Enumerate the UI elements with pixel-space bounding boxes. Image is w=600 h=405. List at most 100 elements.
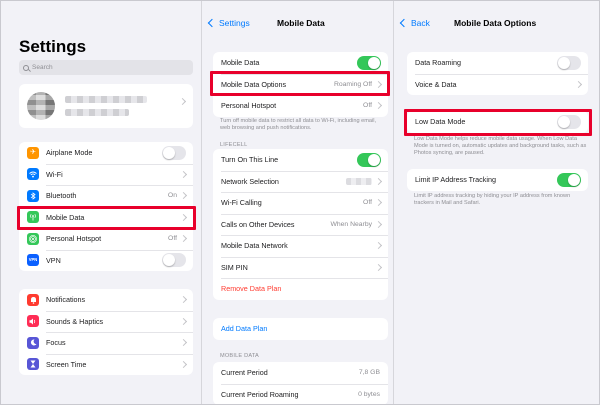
chevron-right-icon bbox=[179, 235, 188, 243]
chevron-right-icon bbox=[179, 192, 188, 200]
chevron-left-icon bbox=[207, 18, 217, 28]
row-label: Network Selection bbox=[221, 176, 279, 186]
sidebar-item-airplane-mode[interactable]: ✈ Airplane Mode bbox=[19, 142, 193, 164]
vpn-toggle[interactable] bbox=[162, 253, 186, 268]
limit-ip-tracking-row[interactable]: Limit IP Address Tracking bbox=[407, 169, 588, 191]
chevron-right-icon bbox=[179, 360, 188, 368]
chevron-right-icon bbox=[374, 80, 383, 88]
row-label: Mobile Data Options bbox=[221, 79, 287, 89]
mobile-data-row[interactable]: Mobile Data bbox=[213, 52, 388, 74]
limit-ip-tracking-toggle[interactable] bbox=[557, 172, 581, 187]
page-title: Settings bbox=[19, 37, 87, 56]
sidebar-item-sounds[interactable]: Sounds & Haptics bbox=[19, 310, 193, 333]
mobile-data-footer: Turn off mobile data to restrict all dat… bbox=[220, 118, 377, 131]
personal-hotspot-row[interactable]: Personal Hotspot Off bbox=[213, 95, 388, 117]
back-label: Back bbox=[411, 18, 430, 28]
apple-id-profile[interactable] bbox=[19, 84, 193, 128]
turn-on-line-toggle[interactable] bbox=[357, 152, 381, 167]
turn-on-line-row[interactable]: Turn On This Line bbox=[213, 149, 388, 171]
mobile-data-network-row[interactable]: Mobile Data Network bbox=[213, 235, 388, 257]
screenshot-frame: Settings Search ✈ Airplane Mode Wi-Fi Bl… bbox=[0, 0, 600, 405]
row-label: Current Period bbox=[221, 368, 268, 378]
sidebar-item-label: Airplane Mode bbox=[46, 148, 93, 158]
sidebar-item-notifications[interactable]: Notifications bbox=[19, 289, 193, 311]
chevron-right-icon bbox=[179, 317, 188, 325]
hotspot-value: Off bbox=[168, 235, 177, 243]
limit-ip-footer: Limit IP address tracking by hiding your… bbox=[414, 193, 571, 206]
speaker-icon bbox=[27, 315, 39, 328]
row-label: Low Data Mode bbox=[415, 117, 466, 127]
back-button[interactable]: Back bbox=[399, 18, 430, 28]
calls-other-devices-value: When Nearby bbox=[330, 220, 372, 228]
row-label: Mobile Data bbox=[221, 58, 260, 68]
sidebar-item-label: VPN bbox=[46, 255, 61, 265]
low-data-footer: Low Data Mode helps reduce mobile data u… bbox=[414, 136, 587, 156]
wifi-calling-value: Off bbox=[363, 199, 372, 207]
sidebar-item-mobile-data[interactable]: Mobile Data bbox=[19, 206, 193, 229]
row-label: Current Period Roaming bbox=[221, 389, 299, 399]
chevron-right-icon bbox=[178, 97, 187, 106]
sidebar-item-label: Notifications bbox=[46, 295, 86, 305]
nav-title: Mobile Data bbox=[277, 18, 325, 28]
back-button[interactable]: Settings bbox=[207, 18, 250, 28]
chevron-right-icon bbox=[179, 296, 188, 304]
sim-pin-row[interactable]: SIM PIN bbox=[213, 256, 388, 279]
row-label: SIM PIN bbox=[221, 262, 248, 272]
hotspot-icon bbox=[27, 232, 39, 245]
lifecell-section-header: LIFECELL bbox=[220, 142, 248, 148]
add-plan-group: Add Data Plan bbox=[213, 318, 388, 340]
calls-other-devices-row[interactable]: Calls on Other Devices When Nearby bbox=[213, 213, 388, 236]
wifi-icon bbox=[27, 168, 39, 181]
back-label: Settings bbox=[219, 18, 250, 28]
row-label: Remove Data Plan bbox=[221, 284, 282, 294]
limit-ip-group: Limit IP Address Tracking bbox=[407, 169, 588, 191]
chevron-right-icon bbox=[179, 170, 188, 178]
sidebar-item-label: Sounds & Haptics bbox=[46, 316, 104, 326]
network-selection-row[interactable]: Network Selection bbox=[213, 170, 388, 193]
sidebar-item-bluetooth[interactable]: Bluetooth On bbox=[19, 185, 193, 207]
mobile-data-pane: Settings Mobile Data Mobile Data Mobile … bbox=[202, 1, 394, 405]
mobile-data-group: Mobile Data Mobile Data Options Roaming … bbox=[213, 52, 388, 117]
current-period-value: 7,8 GB bbox=[358, 369, 380, 377]
roaming-group: Data Roaming Voice & Data bbox=[407, 52, 588, 95]
remove-data-plan-button[interactable]: Remove Data Plan bbox=[213, 278, 388, 300]
low-data-mode-row[interactable]: Low Data Mode bbox=[407, 111, 588, 133]
chevron-right-icon bbox=[374, 242, 383, 250]
search-input[interactable]: Search bbox=[19, 60, 193, 75]
sidebar-item-focus[interactable]: Focus bbox=[19, 332, 193, 354]
low-data-mode-toggle[interactable] bbox=[557, 114, 581, 129]
wifi-calling-row[interactable]: Wi-Fi Calling Off bbox=[213, 192, 388, 214]
hourglass-icon bbox=[27, 358, 39, 371]
row-label: Data Roaming bbox=[415, 58, 461, 68]
current-period-row: Current Period 7,8 GB bbox=[213, 362, 388, 384]
nav-title: Mobile Data Options bbox=[454, 18, 537, 28]
profile-name-blurred bbox=[65, 96, 147, 116]
sidebar-item-screen-time[interactable]: Screen Time bbox=[19, 353, 193, 376]
bell-icon bbox=[27, 293, 39, 306]
airplane-mode-toggle[interactable] bbox=[162, 145, 186, 160]
sidebar-item-wifi[interactable]: Wi-Fi bbox=[19, 163, 193, 186]
notifications-group: Notifications Sounds & Haptics Focus Scr… bbox=[19, 289, 193, 375]
add-data-plan-button[interactable]: Add Data Plan bbox=[213, 318, 388, 340]
sidebar-item-personal-hotspot[interactable]: Personal Hotspot Off bbox=[19, 228, 193, 250]
mobile-data-options-row[interactable]: Mobile Data Options Roaming Off bbox=[213, 73, 388, 96]
sidebar-item-label: Mobile Data bbox=[46, 212, 85, 222]
sidebar-item-label: Personal Hotspot bbox=[46, 234, 102, 244]
connectivity-group: ✈ Airplane Mode Wi-Fi Bluetooth On Mobil… bbox=[19, 142, 193, 271]
data-roaming-row[interactable]: Data Roaming bbox=[407, 52, 588, 74]
low-data-group: Low Data Mode bbox=[407, 111, 588, 133]
voice-data-row[interactable]: Voice & Data bbox=[407, 73, 588, 96]
chevron-right-icon bbox=[374, 199, 383, 207]
row-label: Voice & Data bbox=[415, 79, 457, 89]
current-period-roaming-row: Current Period Roaming 0 bytes bbox=[213, 383, 388, 405]
sidebar-item-label: Bluetooth bbox=[46, 191, 77, 201]
row-label: Wi-Fi Calling bbox=[221, 198, 262, 208]
mobile-data-toggle[interactable] bbox=[357, 55, 381, 70]
airplane-icon: ✈ bbox=[27, 146, 39, 159]
moon-icon bbox=[27, 336, 39, 349]
sidebar-item-label: Focus bbox=[46, 338, 66, 348]
row-label: Add Data Plan bbox=[221, 324, 268, 334]
sidebar-item-vpn[interactable]: VPN VPN bbox=[19, 249, 193, 272]
data-roaming-toggle[interactable] bbox=[557, 55, 581, 70]
sidebar-item-label: Wi-Fi bbox=[46, 169, 63, 179]
